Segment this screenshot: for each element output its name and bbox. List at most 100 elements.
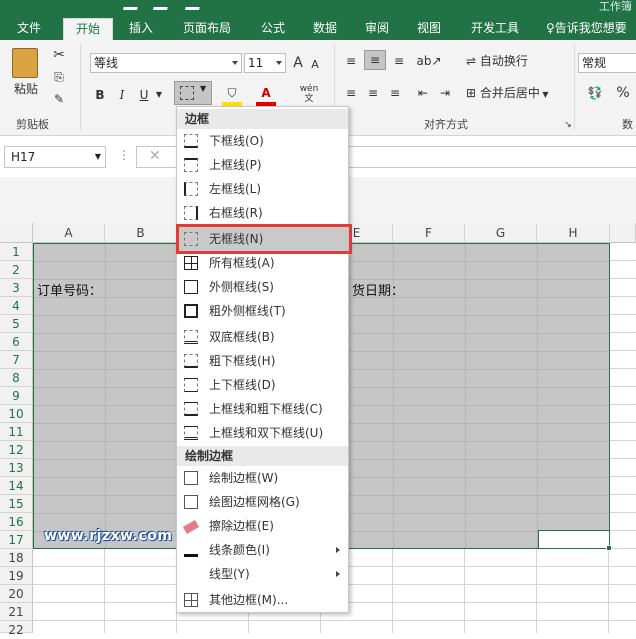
menu-item-bottom-border[interactable]: 下框线(O): [177, 129, 348, 153]
col-header-f[interactable]: F: [393, 223, 465, 243]
row-header-15[interactable]: 15: [0, 495, 33, 513]
menu-item-line-style[interactable]: 线型(Y): [177, 562, 348, 586]
align-right-icon[interactable]: ≡: [386, 84, 404, 102]
row-header-22[interactable]: 22: [0, 621, 33, 637]
align-top-icon[interactable]: ≡: [342, 52, 360, 70]
row-header-17[interactable]: 17: [0, 531, 33, 549]
name-box[interactable]: H17 ▼: [4, 146, 106, 168]
col-header-a[interactable]: A: [33, 223, 105, 243]
menu-item-draw-border[interactable]: 绘制边框(W): [177, 466, 348, 490]
row-header-16[interactable]: 16: [0, 513, 33, 531]
decrease-indent-icon[interactable]: ⇤: [414, 84, 432, 102]
wrap-text-button[interactable]: ⇌ 自动换行: [466, 52, 546, 70]
menu-item-double-bottom[interactable]: 双底框线(B): [177, 325, 348, 349]
dialog-launcher-icon[interactable]: ↘: [562, 116, 574, 134]
menu-item-top-thick-bottom[interactable]: 上框线和粗下框线(C): [177, 397, 348, 421]
cancel-icon[interactable]: ✕: [149, 148, 161, 164]
menu-item-thick-outside[interactable]: 粗外侧框线(T): [177, 299, 348, 323]
col-header-b[interactable]: B: [105, 223, 177, 243]
menu-item-draw-border-grid[interactable]: 绘图边框网格(G): [177, 490, 348, 514]
font-size-combo[interactable]: 11: [244, 53, 286, 73]
orientation-icon[interactable]: ab↗: [416, 52, 442, 70]
row-header-20[interactable]: 20: [0, 585, 33, 603]
tell-me-box[interactable]: ♀告诉我您想要: [546, 18, 636, 40]
cell-e3[interactable]: 货日期：: [352, 280, 404, 299]
tab-file[interactable]: 文件: [6, 18, 52, 40]
menu-item-left-border[interactable]: 左框线(L): [177, 177, 348, 201]
percent-button[interactable]: %: [614, 84, 632, 102]
row-header-19[interactable]: 19: [0, 567, 33, 585]
menu-item-erase-border[interactable]: 擦除边框(E): [177, 514, 348, 538]
undo-icon[interactable]: [123, 0, 139, 10]
menu-item-thick-bottom[interactable]: 粗下框线(H): [177, 349, 348, 373]
chevron-down-icon[interactable]: ▼: [154, 86, 164, 104]
borders-button[interactable]: ▼: [174, 81, 212, 105]
menu-item-top-double-bottom[interactable]: 上框线和双下框线(U): [177, 421, 348, 445]
menu-item-more-borders[interactable]: 其他边框(M)...: [177, 588, 348, 612]
underline-button[interactable]: U: [136, 86, 152, 104]
row-header-12[interactable]: 12: [0, 441, 33, 459]
cut-icon[interactable]: ✂: [50, 46, 68, 64]
col-header-g[interactable]: G: [465, 223, 537, 243]
tab-view[interactable]: 视图: [406, 18, 452, 40]
font-name-combo[interactable]: 等线: [90, 53, 242, 73]
select-all-corner[interactable]: [0, 223, 33, 243]
tab-data[interactable]: 数据: [302, 18, 348, 40]
chevron-down-icon: ▼: [94, 152, 101, 161]
grow-font-button[interactable]: A: [290, 54, 306, 72]
font-color-icon[interactable]: A: [256, 84, 276, 106]
row-header-1[interactable]: 1: [0, 243, 33, 261]
row-header-14[interactable]: 14: [0, 477, 33, 495]
cell-a3[interactable]: 订单号码：: [37, 280, 102, 299]
row-header-4[interactable]: 4: [0, 297, 33, 315]
menu-item-top-bottom[interactable]: 上下框线(D): [177, 373, 348, 397]
top-bottom-border-icon: [184, 378, 198, 392]
row-header-2[interactable]: 2: [0, 261, 33, 279]
row-header-7[interactable]: 7: [0, 351, 33, 369]
row-header-5[interactable]: 5: [0, 315, 33, 333]
redo-icon[interactable]: [153, 0, 169, 10]
customize-qat-icon[interactable]: [185, 0, 201, 10]
copy-icon[interactable]: ⎘: [50, 68, 68, 86]
increase-indent-icon[interactable]: ⇥: [436, 84, 454, 102]
row-header-10[interactable]: 10: [0, 405, 33, 423]
col-header-h[interactable]: H: [537, 223, 610, 243]
paste-icon[interactable]: [12, 48, 38, 78]
menu-item-top-border[interactable]: 上框线(P): [177, 153, 348, 177]
row-header-3[interactable]: 3: [0, 279, 33, 297]
tab-insert[interactable]: 插入: [118, 18, 164, 40]
fill-handle[interactable]: [606, 545, 612, 551]
menu-item-outside-borders[interactable]: 外侧框线(S): [177, 275, 348, 299]
row-header-9[interactable]: 9: [0, 387, 33, 405]
phonetic-button[interactable]: wén 文: [296, 84, 322, 104]
row-header-18[interactable]: 18: [0, 549, 33, 567]
align-left-icon[interactable]: ≡: [342, 84, 360, 102]
bold-button[interactable]: B: [92, 86, 108, 104]
accounting-format-icon[interactable]: 💱: [582, 84, 608, 102]
row-header-21[interactable]: 21: [0, 603, 33, 621]
active-cell-h17[interactable]: [538, 530, 610, 549]
tab-page-layout[interactable]: 页面布局: [172, 18, 242, 40]
fill-color-icon[interactable]: ⛉: [222, 84, 242, 106]
col-header-i[interactable]: [610, 223, 636, 243]
row-header-13[interactable]: 13: [0, 459, 33, 477]
align-middle-icon[interactable]: ≡: [364, 50, 386, 70]
align-bottom-icon[interactable]: ≡: [390, 52, 408, 70]
tab-home[interactable]: 开始: [63, 18, 113, 40]
tab-formulas[interactable]: 公式: [250, 18, 296, 40]
row-header-11[interactable]: 11: [0, 423, 33, 441]
shrink-font-button[interactable]: A: [308, 56, 322, 74]
tab-review[interactable]: 审阅: [354, 18, 400, 40]
tab-developer[interactable]: 开发工具: [460, 18, 530, 40]
merge-center-button[interactable]: ⊞ 合并后居中 ▼: [466, 84, 566, 104]
row-header-6[interactable]: 6: [0, 333, 33, 351]
menu-item-right-border[interactable]: 右框线(R): [177, 201, 348, 225]
number-format-combo[interactable]: 常规: [578, 53, 636, 73]
align-center-icon[interactable]: ≡: [364, 84, 382, 102]
menu-item-line-color[interactable]: 线条颜色(I): [177, 538, 348, 562]
menu-item-all-borders[interactable]: 所有框线(A): [177, 251, 348, 275]
italic-button[interactable]: I: [114, 86, 130, 104]
row-header-8[interactable]: 8: [0, 369, 33, 387]
paste-button[interactable]: 粘贴: [6, 80, 46, 98]
format-painter-icon[interactable]: ✎: [50, 90, 68, 108]
